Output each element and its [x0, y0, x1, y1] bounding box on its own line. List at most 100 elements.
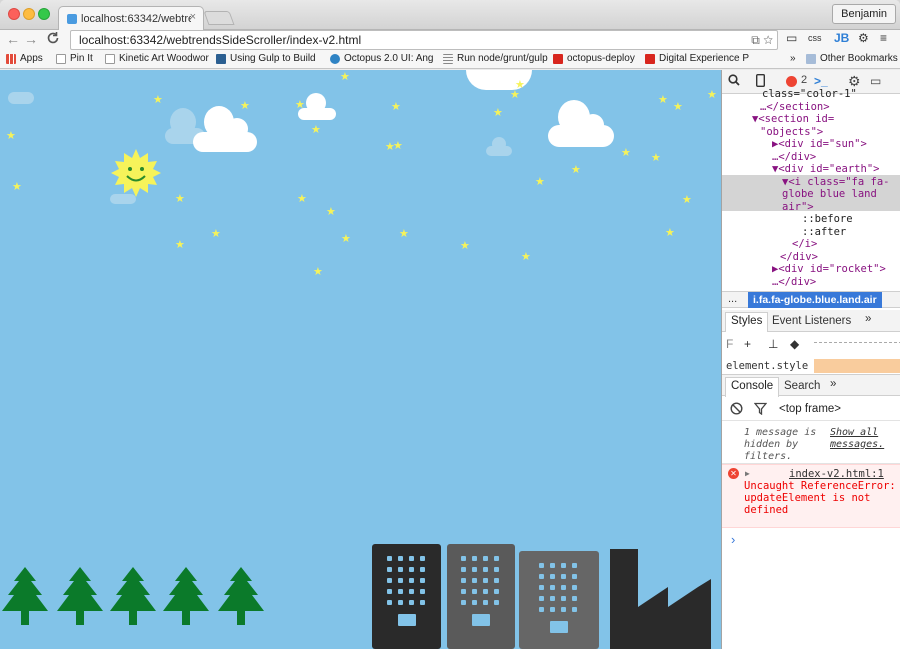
expand-arrow-icon[interactable]: ▶: [745, 468, 750, 480]
dom-node-line[interactable]: globe blue land: [782, 188, 877, 201]
menu-icon[interactable]: ≡: [880, 31, 887, 45]
reload-icon[interactable]: [46, 31, 60, 48]
building-window: [539, 596, 544, 601]
close-window-button[interactable]: [8, 8, 20, 20]
building-window: [419, 578, 425, 583]
dom-node-line[interactable]: ::after: [802, 226, 846, 239]
tab-styles[interactable]: Styles: [725, 312, 769, 332]
building-window: [539, 585, 544, 590]
tab-search[interactable]: Search: [784, 380, 820, 392]
sun-icon: [111, 149, 161, 197]
error-count[interactable]: 2: [801, 74, 807, 86]
dom-node-line[interactable]: air">: [782, 201, 814, 214]
console-drawer-icon[interactable]: >_: [814, 74, 828, 88]
building-gray-light: [519, 551, 599, 649]
breadcrumb-current[interactable]: i.fa.fa-globe.blue.land.air: [748, 292, 882, 308]
sun: [110, 147, 162, 199]
building-window: [572, 607, 577, 612]
other-bookmarks[interactable]: Other Bookmarks: [806, 53, 898, 64]
star-icon: ★: [12, 181, 22, 193]
cast-extension-icon[interactable]: ▭: [786, 31, 797, 45]
breadcrumb-overflow[interactable]: ...: [728, 293, 737, 305]
element-style-rule[interactable]: element.style: [726, 360, 808, 372]
filter-label[interactable]: F: [726, 337, 733, 351]
dom-node-line[interactable]: ▼<div id="earth">: [772, 163, 879, 176]
tab-event-listeners[interactable]: Event Listeners: [772, 315, 851, 327]
dom-node-line[interactable]: ▶<div id="rocket">: [772, 263, 886, 276]
dom-node-line[interactable]: ::before: [802, 213, 853, 226]
hidden-messages-text: 1 message is hidden by filters.: [744, 427, 817, 462]
new-tab-button[interactable]: [203, 11, 235, 25]
pine-tree-icon: [108, 567, 158, 630]
building-window: [550, 607, 555, 612]
filter-icon[interactable]: [753, 402, 768, 418]
page-icon: [56, 53, 66, 64]
css-extension-icon[interactable]: css: [808, 33, 822, 43]
jetbrains-extension-icon[interactable]: JB: [834, 31, 849, 45]
forward-arrow-icon[interactable]: →: [24, 31, 38, 47]
bookmark-octopus-deploy[interactable]: octopus-deploy: [553, 53, 635, 64]
dom-node-line[interactable]: </i>: [792, 238, 817, 251]
error-count-icon[interactable]: [786, 76, 797, 87]
add-rule-icon[interactable]: +: [744, 337, 751, 351]
bookmark-run-node[interactable]: Run node/grunt/gulp: [443, 53, 548, 64]
bookmark-kinetic-art[interactable]: Kinetic Art Woodwor: [105, 53, 209, 64]
bookmark-pin-it[interactable]: Pin It: [56, 53, 93, 64]
game-viewport[interactable]: ★ ★ ★ ★ ★ ★ ★ ★ ★ ★ ★ ★ ★ ★ ★ ★ ★ ★ ★ ★ ★ ★ ★ ★ ★ ★ ★ ★ ★ ★ ★ ★: [0, 70, 721, 649]
url-text: localhost:63342/webtrendsSideScroller/in…: [79, 33, 362, 47]
dom-node-line[interactable]: …</div>: [772, 151, 816, 164]
bookmark-star-icon[interactable]: ⧉ ☆: [751, 31, 773, 49]
console-prompt[interactable]: ›: [731, 532, 735, 547]
error-source-link[interactable]: index-v2.html:1: [789, 468, 884, 480]
tab-console[interactable]: Console: [725, 377, 780, 397]
dom-node-line[interactable]: ▼<section id=: [752, 113, 834, 126]
dom-node-line[interactable]: ▶<div id="sun">: [772, 138, 867, 151]
building-window: [461, 578, 466, 583]
star-icon: ★: [621, 147, 631, 159]
color-format-icon[interactable]: ◆: [790, 337, 799, 351]
elements-tree[interactable]: class="color-1" …</section> ▼<section id= "…: [722, 88, 900, 290]
show-all-messages-link[interactable]: Show all messages.: [830, 427, 900, 451]
minimize-window-button[interactable]: [23, 8, 35, 20]
bookmark-gulp[interactable]: Using Gulp to Build: [216, 53, 316, 64]
zoom-window-button[interactable]: [38, 8, 50, 20]
browser-tab[interactable]: localhost:63342/webtrends ×: [58, 6, 204, 30]
star-icon: ★: [393, 140, 403, 152]
star-icon: ★: [326, 206, 336, 218]
dom-node-line[interactable]: …</section>: [760, 101, 830, 114]
building-window: [494, 589, 499, 594]
pine-tree-icon: [161, 567, 211, 630]
address-bar[interactable]: localhost:63342/webtrendsSideScroller/in…: [70, 30, 778, 50]
frame-selector[interactable]: <top frame>: [779, 403, 841, 415]
bookmarks-overflow-button[interactable]: »: [790, 53, 796, 64]
more-tabs-button[interactable]: »: [865, 313, 871, 325]
star-icon: ★: [297, 193, 307, 205]
building-window: [494, 556, 499, 561]
dom-node-line[interactable]: </div>: [780, 251, 818, 264]
dock-side-icon[interactable]: ▭: [870, 74, 881, 88]
clear-console-icon[interactable]: [730, 402, 743, 418]
styles-pane: F + ⊥ ◆ element.style: [722, 332, 900, 373]
bookmark-octopus-ui[interactable]: Octopus 2.0 UI: Ang: [330, 53, 434, 64]
star-icon: ★: [175, 239, 185, 251]
building-window: [561, 563, 566, 568]
more-tabs-button[interactable]: »: [830, 378, 836, 390]
bookmark-digital-experience[interactable]: Digital Experience P: [645, 53, 770, 64]
star-icon: ★: [399, 228, 409, 240]
tab-title: localhost:63342/webtrends: [81, 12, 191, 25]
building-window: [561, 596, 566, 601]
gear-icon[interactable]: ⚙: [858, 31, 869, 45]
bookmark-apps[interactable]: Apps: [6, 53, 43, 64]
tab-close-icon[interactable]: ×: [190, 11, 196, 23]
building-window: [419, 589, 425, 594]
building-door: [472, 614, 490, 626]
dom-node-line[interactable]: ▼<i class="fa fa-: [782, 176, 889, 189]
pin-icon[interactable]: ⊥: [768, 337, 778, 351]
dom-node-line[interactable]: class="color-1": [762, 88, 857, 101]
building-window: [408, 556, 414, 561]
dom-node-line[interactable]: …</div>: [772, 276, 816, 289]
inspect-search-icon[interactable]: [728, 74, 740, 89]
dom-node-line[interactable]: "objects">: [760, 126, 823, 139]
profile-button[interactable]: Benjamin: [832, 4, 896, 24]
back-arrow-icon[interactable]: ←: [6, 31, 20, 47]
